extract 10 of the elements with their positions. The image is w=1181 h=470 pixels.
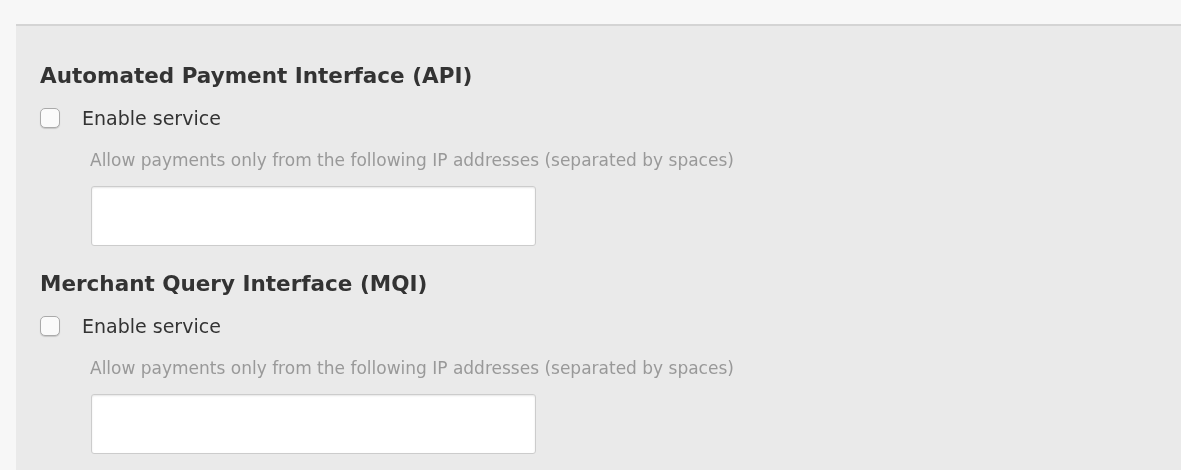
section-title: Merchant Query Interface (MQI) — [40, 270, 428, 298]
hint-text: Allow payments only from the following IP addresses (separated by spaces) — [90, 149, 734, 172]
section-title: Automated Payment Interface (API) — [40, 62, 473, 90]
checkbox[interactable] — [40, 108, 60, 128]
checkbox-label[interactable]: Enable service — [82, 107, 221, 129]
checkbox[interactable] — [40, 316, 60, 336]
input-field[interactable] — [91, 186, 536, 246]
input-field[interactable] — [91, 394, 536, 454]
checkbox-label[interactable]: Enable service — [82, 315, 221, 337]
hint-text: Allow payments only from the following IP addresses (separated by spaces) — [90, 357, 734, 380]
